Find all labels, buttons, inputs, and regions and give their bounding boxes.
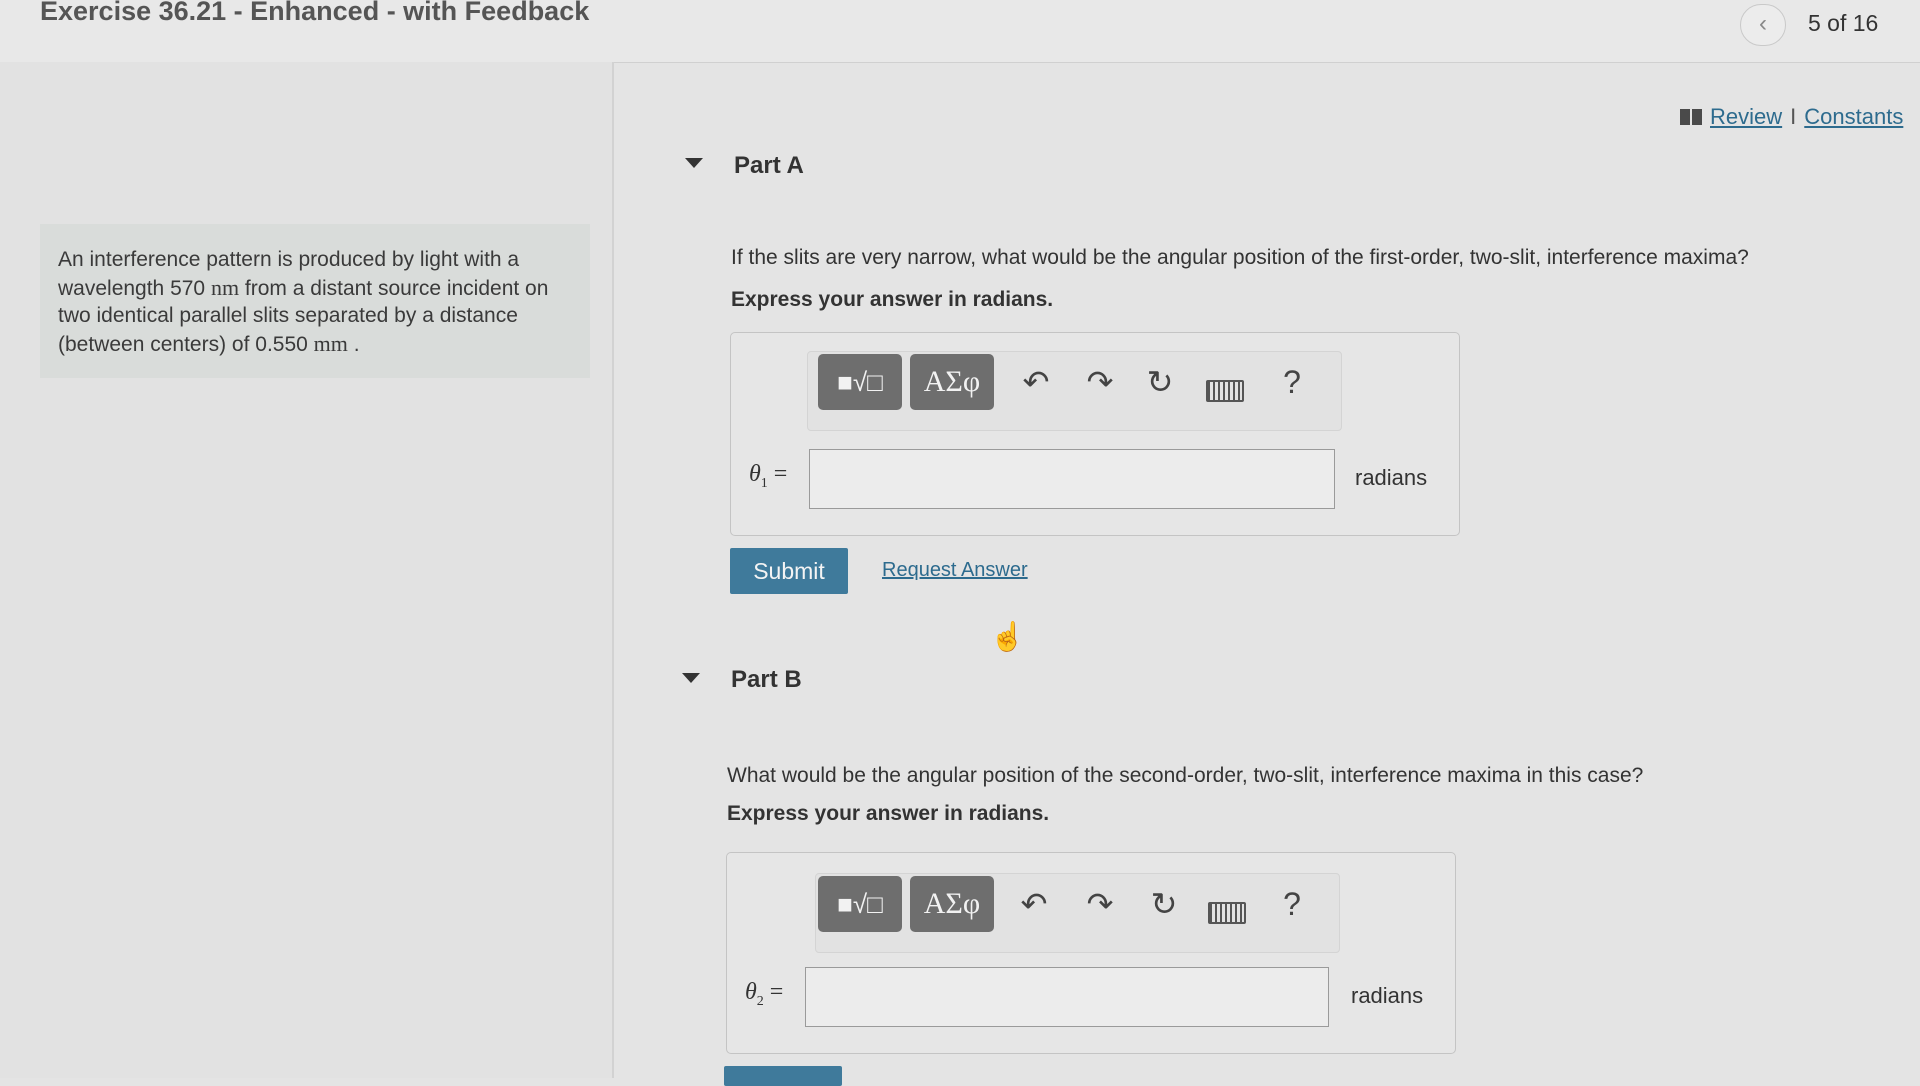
greek-symbols-button[interactable]: ΑΣφ — [910, 876, 994, 932]
templates-button[interactable]: ■√□ — [818, 876, 902, 932]
help-icon[interactable]: ? — [1270, 880, 1314, 928]
keyboard-icon[interactable] — [1208, 902, 1246, 924]
greek-symbols-button[interactable]: ΑΣφ — [910, 354, 994, 410]
part-a-question: If the slits are very narrow, what would… — [731, 246, 1749, 269]
part-a-instruction: Express your answer in radians. — [731, 288, 1054, 311]
equals-sign: = — [769, 979, 784, 1005]
part-b-collapse-icon[interactable] — [682, 673, 700, 683]
links-separator: I — [1790, 104, 1797, 129]
theta-1-label: θ1 = — [749, 461, 787, 492]
part-b-question: What would be the angular position of th… — [727, 764, 1644, 787]
theta-subscript: 1 — [760, 475, 768, 491]
part-a-math-toolbar: ■√□ ΑΣφ ↶ ↷ ↻ ? — [807, 351, 1342, 431]
constants-link[interactable]: Constants — [1804, 104, 1903, 129]
help-icon[interactable]: ? — [1270, 358, 1314, 406]
unit-nm: nm — [210, 274, 240, 300]
theta-subscript: 2 — [756, 993, 764, 1009]
redo-icon[interactable]: ↷ — [1078, 358, 1122, 406]
part-a-submit-button[interactable]: Submit — [730, 548, 848, 594]
previous-icon[interactable]: ‹ — [1740, 4, 1786, 46]
part-b-instruction: Express your answer in radians. — [727, 802, 1050, 825]
panel-divider — [612, 62, 614, 1078]
part-b-answer-input[interactable] — [805, 967, 1329, 1027]
review-links: Review I Constants — [1680, 104, 1903, 130]
part-b-title[interactable]: Part B — [731, 666, 802, 694]
exercise-title: Exercise 36.21 - Enhanced - with Feedbac… — [40, 0, 590, 26]
part-a-request-answer-link[interactable]: Request Answer — [882, 559, 1028, 582]
problem-intro: An interference pattern is produced by l… — [40, 224, 590, 378]
part-a-collapse-icon[interactable] — [685, 158, 703, 168]
redo-icon[interactable]: ↷ — [1078, 880, 1122, 928]
reset-icon[interactable]: ↻ — [1142, 880, 1186, 928]
part-a-title[interactable]: Part A — [734, 152, 804, 180]
keyboard-icon[interactable] — [1206, 380, 1244, 402]
equals-sign: = — [773, 461, 788, 487]
undo-icon[interactable]: ↶ — [1014, 358, 1058, 406]
part-b-submit-button[interactable] — [724, 1066, 842, 1086]
intro-text-3: . — [347, 332, 360, 356]
theta-symbol: θ — [745, 979, 757, 1005]
theta-symbol: θ — [749, 461, 761, 487]
part-b-unit: radians — [1351, 983, 1424, 1008]
theta-2-label: θ2 = — [745, 979, 783, 1010]
book-icon — [1680, 109, 1702, 125]
header-bar: Exercise 36.21 - Enhanced - with Feedbac… — [0, 0, 1920, 63]
reset-icon[interactable]: ↻ — [1138, 358, 1182, 406]
left-panel — [0, 62, 612, 1078]
hand-cursor-icon: ☝ — [990, 621, 1025, 652]
page-count: 5 of 16 — [1808, 10, 1879, 36]
part-a-answer-box: ■√□ ΑΣφ ↶ ↷ ↻ ? θ1 = radians — [730, 332, 1460, 536]
part-a-unit: radians — [1355, 465, 1428, 490]
undo-icon[interactable]: ↶ — [1012, 880, 1056, 928]
part-b-answer-box: ■√□ ΑΣφ ↶ ↷ ↻ ? θ2 = radians — [726, 852, 1456, 1054]
part-b-math-toolbar: ■√□ ΑΣφ ↶ ↷ ↻ ? — [815, 873, 1340, 953]
part-a-answer-input[interactable] — [809, 449, 1335, 509]
unit-mm: mm — [313, 330, 348, 356]
templates-button[interactable]: ■√□ — [818, 354, 902, 410]
review-link[interactable]: Review — [1710, 104, 1782, 129]
